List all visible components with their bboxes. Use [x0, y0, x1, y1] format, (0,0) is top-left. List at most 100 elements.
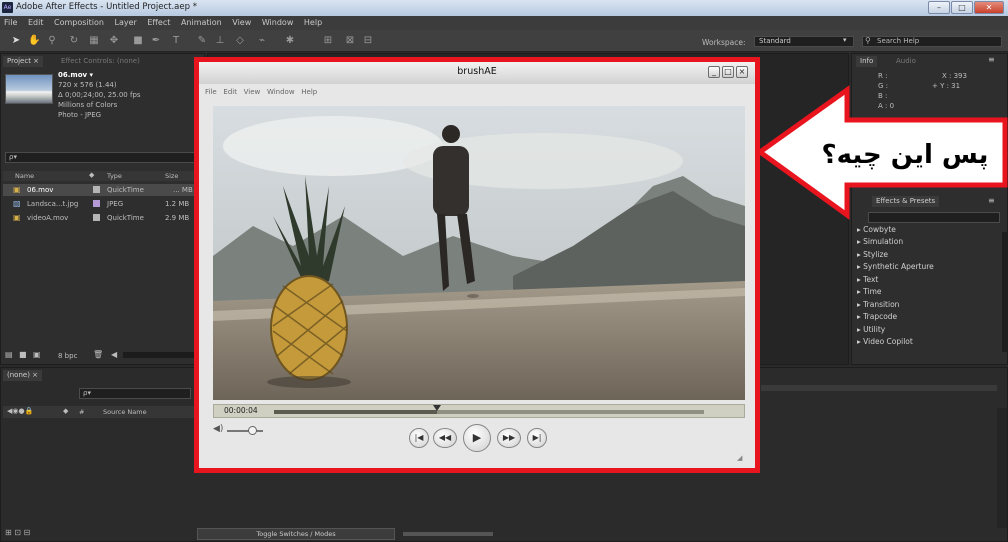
- zoom-tool-icon[interactable]: ⚲: [46, 35, 58, 47]
- label-tag-icon[interactable]: ◆: [89, 171, 94, 179]
- timeline-footer-icons[interactable]: ⊞ ⊡ ⊟: [5, 528, 30, 537]
- axis-local-icon[interactable]: ⊞: [322, 35, 334, 47]
- axis-view-icon[interactable]: ⊟: [362, 35, 374, 47]
- column-hash[interactable]: #: [79, 408, 84, 416]
- effects-scrollbar[interactable]: [1002, 232, 1008, 352]
- effects-category-item[interactable]: ▸ Utility: [857, 325, 885, 334]
- play-button[interactable]: ▶: [463, 424, 491, 452]
- maximize-button[interactable]: □: [951, 1, 973, 14]
- player-maximize-button[interactable]: □: [722, 66, 734, 78]
- axis-world-icon[interactable]: ⊠: [344, 35, 356, 47]
- toggle-switches-modes-button[interactable]: Toggle Switches / Modes: [197, 528, 395, 540]
- fast-forward-button[interactable]: ▶▶: [497, 428, 521, 448]
- workspace-select[interactable]: Standard: [754, 36, 854, 47]
- volume-slider[interactable]: [227, 426, 263, 435]
- timecode-display: 00:00:04: [224, 406, 258, 415]
- seek-bar[interactable]: [274, 405, 704, 414]
- effects-category-item[interactable]: ▸ Cowbyte: [857, 225, 896, 234]
- interpret-footage-icon[interactable]: ▤: [5, 350, 13, 359]
- menu-animation[interactable]: Animation: [177, 16, 226, 27]
- menu-view[interactable]: View: [228, 16, 255, 27]
- timeline-zoom-slider[interactable]: [403, 532, 493, 536]
- rotate-tool-icon[interactable]: ↻: [68, 35, 80, 47]
- tab-project[interactable]: Project ×: [3, 56, 44, 67]
- table-row[interactable]: ▣ videoA.mov QuickTime 2.9 MB: [3, 212, 203, 224]
- seek-handle[interactable]: [433, 405, 442, 411]
- project-search-input[interactable]: ρ▾: [5, 152, 201, 163]
- column-name[interactable]: Name: [15, 172, 34, 180]
- tab-info[interactable]: Info: [856, 56, 878, 67]
- player-menu-help[interactable]: Help: [301, 88, 317, 96]
- menu-effect[interactable]: Effect: [143, 16, 174, 27]
- clone-stamp-tool-icon[interactable]: ⊥: [214, 35, 226, 47]
- resize-grip-icon[interactable]: ◢: [737, 454, 742, 462]
- horizontal-scrollbar[interactable]: [123, 352, 201, 358]
- tab-effect-controls[interactable]: Effect Controls: (none): [61, 57, 140, 65]
- player-menu-window[interactable]: Window: [267, 88, 295, 96]
- label-swatch[interactable]: [93, 200, 100, 207]
- column-source-name[interactable]: Source Name: [103, 408, 147, 416]
- video-frame[interactable]: [213, 106, 745, 400]
- selection-tool-icon[interactable]: ➤: [10, 35, 22, 47]
- menu-help[interactable]: Help: [300, 16, 326, 27]
- effects-category-item[interactable]: ▸ Stylize: [857, 250, 888, 259]
- menu-layer[interactable]: Layer: [111, 16, 141, 27]
- rewind-button[interactable]: ◀◀: [433, 428, 457, 448]
- tab-audio[interactable]: Audio: [896, 57, 916, 65]
- minimize-button[interactable]: –: [928, 1, 950, 14]
- effects-category-item[interactable]: ▸ Trapcode: [857, 312, 897, 321]
- timeline-scrollbar[interactable]: [997, 408, 1007, 528]
- label-swatch[interactable]: [93, 214, 100, 221]
- trash-icon[interactable]: 🗑: [93, 350, 103, 359]
- player-minimize-button[interactable]: _: [708, 66, 720, 78]
- menu-file[interactable]: File: [0, 16, 21, 27]
- puppet-tool-icon[interactable]: ✱: [284, 35, 296, 47]
- workspace-dropdown-icon[interactable]: ▾: [843, 36, 847, 44]
- hand-tool-icon[interactable]: ✋: [28, 35, 40, 47]
- skip-back-button[interactable]: |◀: [409, 428, 429, 448]
- bit-depth-label[interactable]: 8 bpc: [58, 352, 77, 360]
- eraser-tool-icon[interactable]: ◇: [234, 35, 246, 47]
- effects-category-item[interactable]: ▸ Video Copilot: [857, 337, 913, 346]
- scroll-left-icon[interactable]: ◀: [111, 350, 117, 359]
- effects-category-item[interactable]: ▸ Simulation: [857, 237, 903, 246]
- pan-behind-tool-icon[interactable]: ✥: [108, 35, 120, 47]
- player-menu-file[interactable]: File: [205, 88, 217, 96]
- menu-edit[interactable]: Edit: [24, 16, 48, 27]
- label-swatch[interactable]: [93, 186, 100, 193]
- effects-category-item[interactable]: ▸ Synthetic Aperture: [857, 262, 934, 271]
- table-row[interactable]: ▧ Landsca...t.jpg JPEG 1.2 MB: [3, 198, 203, 210]
- effects-category-item[interactable]: ▸ Time: [857, 287, 882, 296]
- column-type[interactable]: Type: [107, 172, 122, 180]
- search-help-input[interactable]: Search Help: [862, 36, 1002, 47]
- timeline-search-input[interactable]: ρ▾: [79, 388, 191, 399]
- new-composition-icon[interactable]: ▣: [33, 350, 41, 359]
- close-button[interactable]: ✕: [974, 1, 1004, 14]
- menu-composition[interactable]: Composition: [50, 16, 108, 27]
- label-tag-icon[interactable]: ◆: [63, 407, 68, 415]
- skip-forward-button[interactable]: ▶|: [527, 428, 547, 448]
- type-tool-icon[interactable]: T: [170, 35, 182, 47]
- volume-icon[interactable]: ◀): [213, 424, 223, 434]
- effects-category-item[interactable]: ▸ Text: [857, 275, 878, 284]
- player-menu-edit[interactable]: Edit: [223, 88, 237, 96]
- pen-tool-icon[interactable]: ✒: [150, 35, 162, 47]
- effects-category-item[interactable]: ▸ Transition: [857, 300, 899, 309]
- player-menu-view[interactable]: View: [244, 88, 261, 96]
- time-navigator[interactable]: [761, 385, 997, 391]
- volume-knob[interactable]: [248, 426, 258, 435]
- av-switches-icon[interactable]: ◀◉●🔒: [7, 407, 33, 415]
- camera-tool-icon[interactable]: ▦: [88, 35, 100, 47]
- tab-timeline[interactable]: (none) ×: [3, 370, 43, 381]
- new-folder-icon[interactable]: ■: [19, 350, 27, 359]
- player-close-button[interactable]: ×: [736, 66, 748, 78]
- player-title-bar[interactable]: brushAE: [199, 62, 755, 84]
- column-size[interactable]: Size: [165, 172, 178, 180]
- panel-menu-icon[interactable]: ≡: [988, 55, 995, 64]
- rectangle-tool-icon[interactable]: ■: [132, 35, 144, 47]
- menu-window[interactable]: Window: [258, 16, 298, 27]
- tools-toolbar: ➤ ✋ ⚲ ↻ ▦ ✥ ■ ✒ T ✎ ⊥ ◇ ⌁ ✱ ⊞ ⊠ ⊟ Worksp…: [0, 30, 1008, 52]
- table-row[interactable]: ▣ 06.mov QuickTime ... MB: [3, 184, 203, 196]
- roto-brush-tool-icon[interactable]: ⌁: [256, 35, 268, 47]
- brush-tool-icon[interactable]: ✎: [196, 35, 208, 47]
